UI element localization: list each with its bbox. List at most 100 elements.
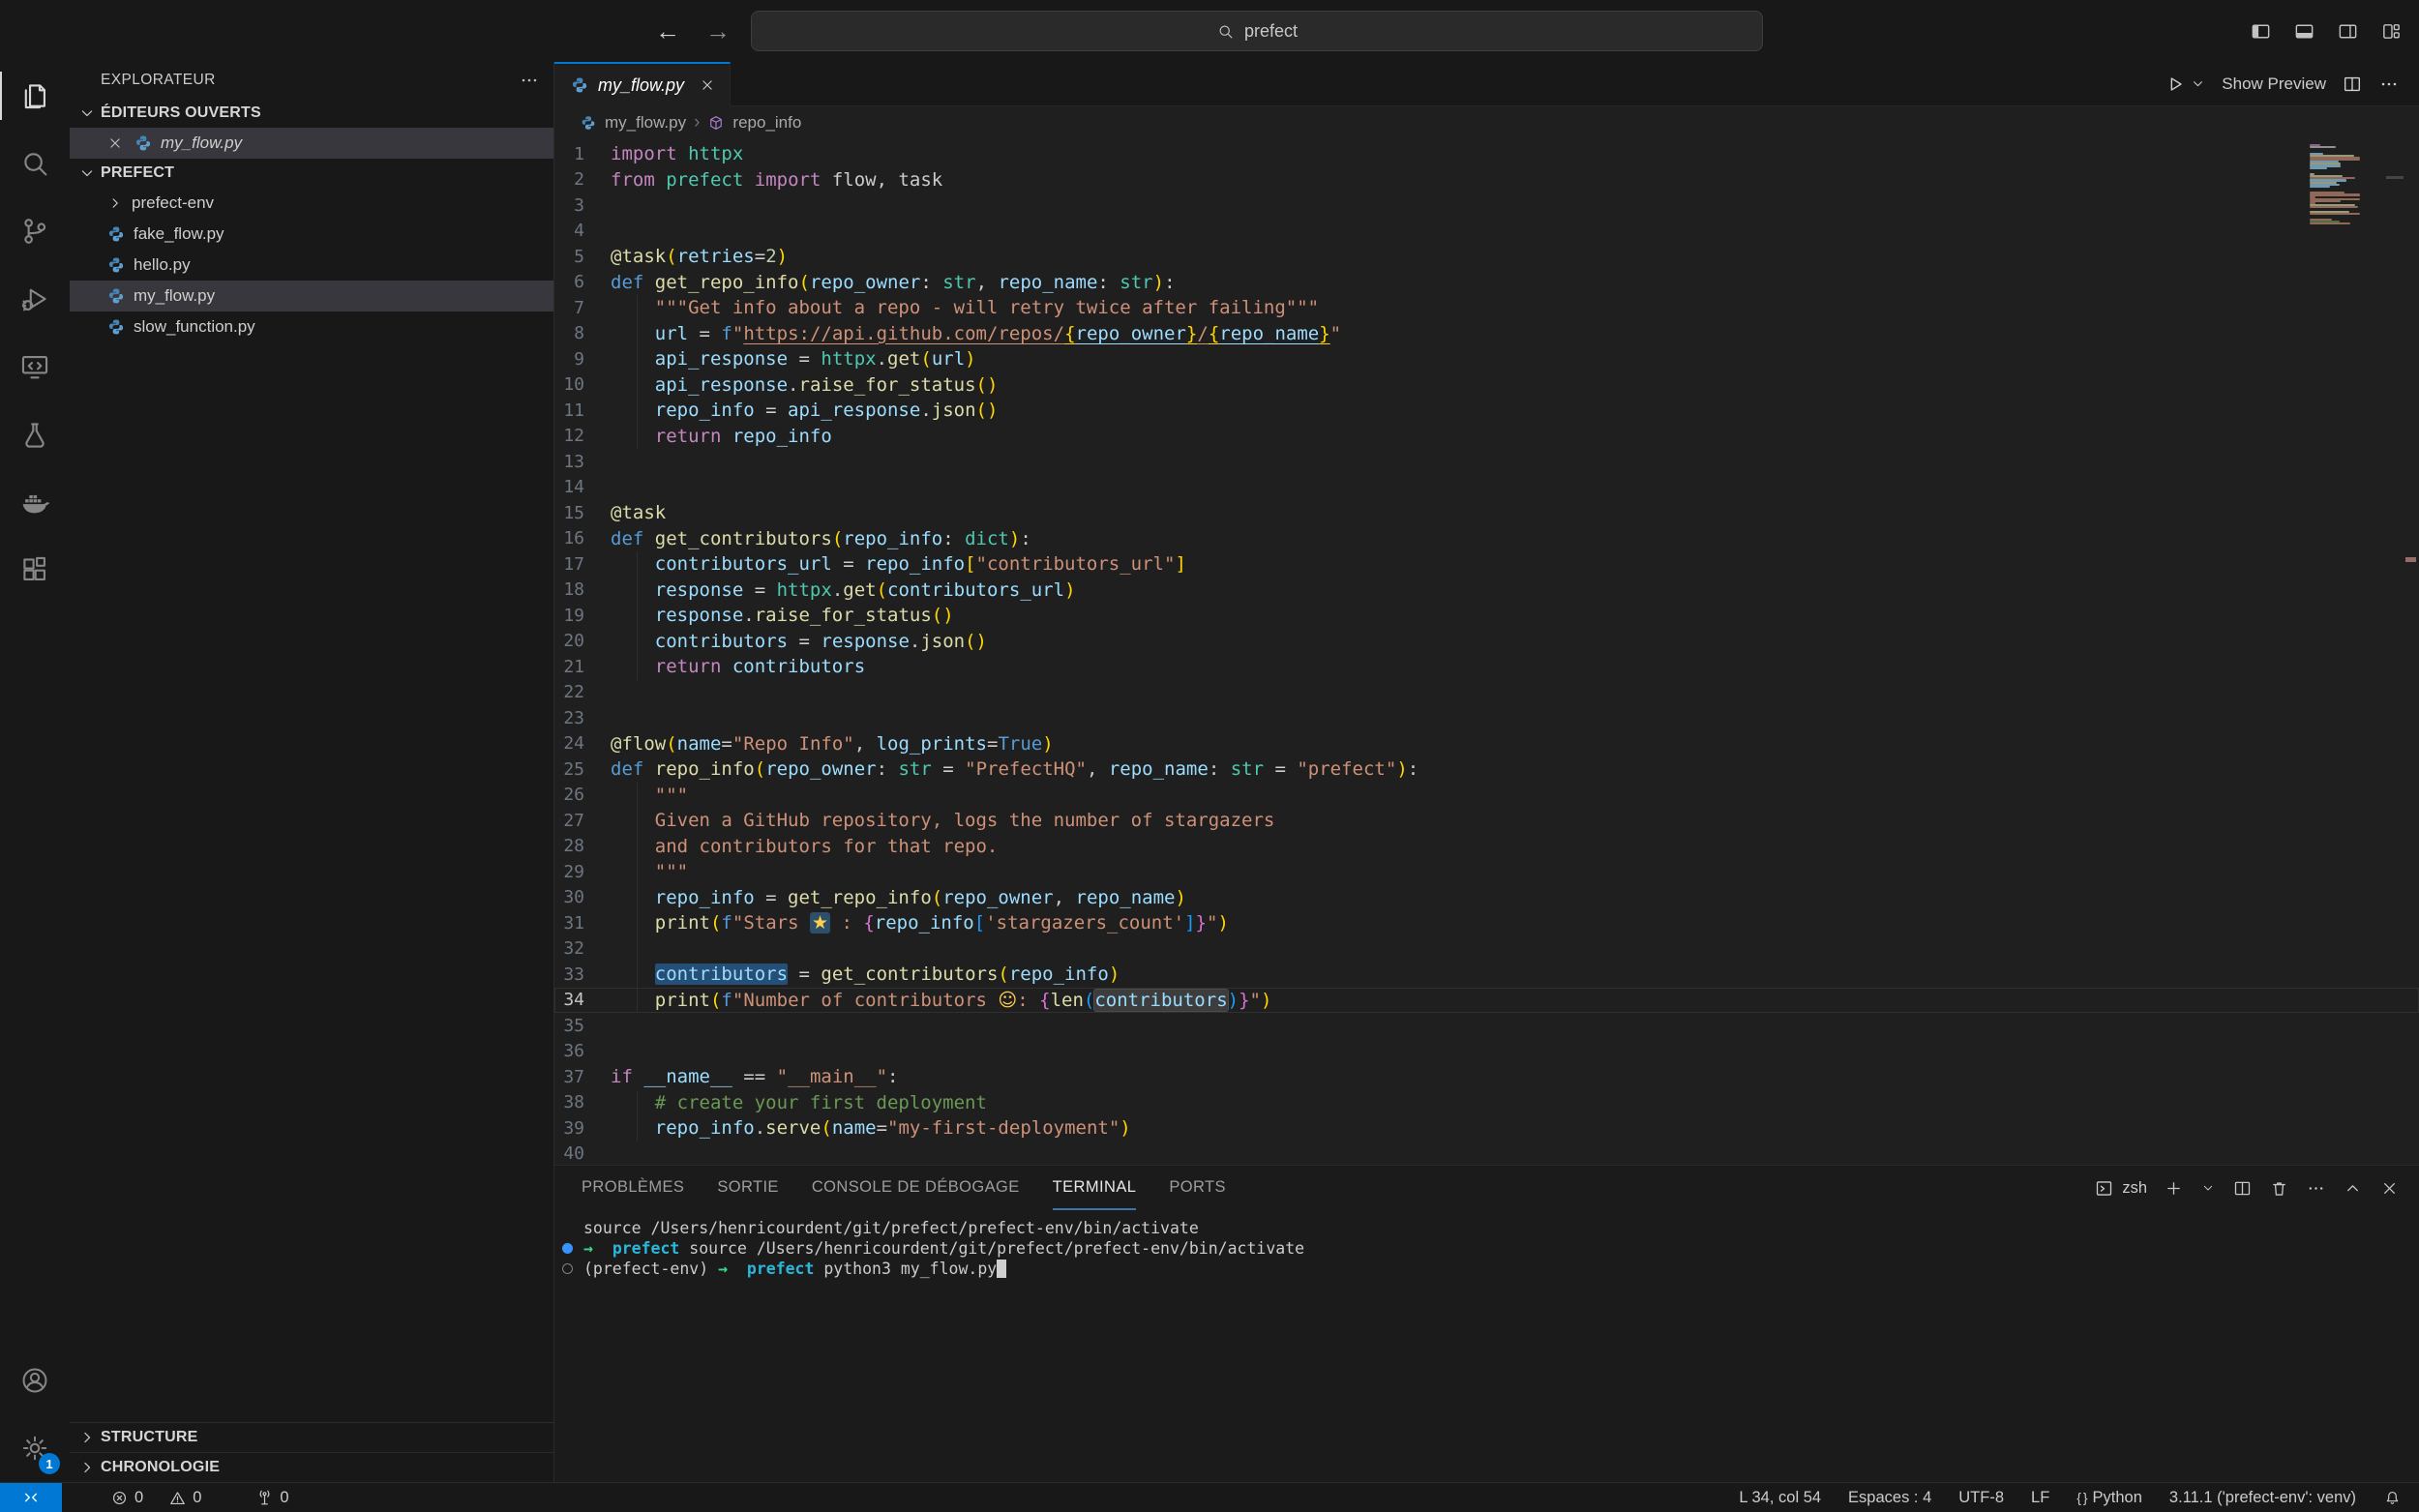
layout-sidebar-right-icon[interactable] xyxy=(2336,19,2360,44)
remote-indicator[interactable] xyxy=(0,1483,62,1512)
nav-forward-button[interactable]: → xyxy=(701,14,735,48)
ellipsis-icon[interactable] xyxy=(519,70,540,91)
layout-sidebar-left-icon[interactable] xyxy=(2249,19,2273,44)
activity-item-testing[interactable] xyxy=(0,400,70,468)
activity-item-remote-explorer[interactable] xyxy=(0,333,70,400)
editor-group: my_flow.py Show Preview my_flow.py › rep… xyxy=(554,62,2419,1482)
activity-item-accounts[interactable] xyxy=(0,1347,70,1414)
status-item[interactable]: 3.11.1 ('prefect-env': venv) xyxy=(2169,1489,2356,1507)
terminal-line: (prefect-env) → prefect python3 my_flow.… xyxy=(583,1259,2419,1279)
ellipsis-icon[interactable] xyxy=(2306,1178,2326,1199)
line-number: 5 xyxy=(554,247,611,267)
run-button[interactable] xyxy=(2165,74,2186,95)
code-line: 9 api_response = httpx.get(url) xyxy=(554,346,2419,372)
tab-my-flow[interactable]: my_flow.py xyxy=(554,62,731,106)
code-line: 4 xyxy=(554,219,2419,245)
line-number: 37 xyxy=(554,1067,611,1087)
title-bar: ← → prefect xyxy=(0,0,2419,62)
command-decoration-icon[interactable] xyxy=(562,1243,573,1254)
layout-customize-icon[interactable] xyxy=(2379,19,2404,44)
activity-item-explorer[interactable] xyxy=(0,62,70,130)
file-item-hello.py[interactable]: hello.py xyxy=(70,250,553,281)
split-editor-icon[interactable] xyxy=(2342,74,2363,95)
open-editor-item[interactable]: my_flow.py xyxy=(70,128,553,159)
close-icon[interactable] xyxy=(2379,1178,2400,1199)
panel-tab-ports[interactable]: PORTS xyxy=(1169,1166,1226,1210)
shell-selector[interactable]: zsh xyxy=(2094,1178,2147,1199)
status-text: 0 xyxy=(280,1489,288,1507)
status-item[interactable]: LF xyxy=(2031,1489,2049,1507)
status-item[interactable]: 0 xyxy=(255,1489,288,1507)
panel-actions: zsh xyxy=(2094,1178,2419,1199)
activity-item-source-control[interactable] xyxy=(0,197,70,265)
status-item[interactable]: UTF-8 xyxy=(1958,1489,2004,1507)
status-item[interactable]: 0 xyxy=(168,1489,201,1507)
file-item-fake_flow.py[interactable]: fake_flow.py xyxy=(70,219,553,250)
line-number: 35 xyxy=(554,1016,611,1036)
code-editor[interactable]: 1import httpx2from prefect import flow, … xyxy=(554,139,2419,1165)
section-workspace[interactable]: PREFECT xyxy=(70,159,553,188)
section-outline[interactable]: STRUCTURE xyxy=(70,1422,553,1452)
file-item-my_flow.py[interactable]: my_flow.py xyxy=(70,281,553,311)
status-text: 0 xyxy=(193,1489,201,1507)
chevron-up-icon[interactable] xyxy=(2343,1178,2363,1199)
terminal[interactable]: source /Users/henricourdent/git/prefect/… xyxy=(554,1210,2419,1482)
status-item[interactable]: L 34, col 54 xyxy=(1739,1489,1821,1507)
panel-tab-console-de-d-bogage[interactable]: CONSOLE DE DÉBOGAGE xyxy=(812,1166,1020,1210)
status-item[interactable]: 0 xyxy=(110,1489,143,1507)
trash-icon[interactable] xyxy=(2269,1178,2289,1199)
code-line: 18 response = httpx.get(contributors_url… xyxy=(554,578,2419,604)
chevron-down-icon[interactable] xyxy=(2200,1180,2216,1196)
code-line: 30 repo_info = get_repo_info(repo_owner,… xyxy=(554,885,2419,911)
minimap[interactable] xyxy=(2308,141,2363,230)
code-line: 29 """ xyxy=(554,859,2419,885)
extensions-icon xyxy=(18,553,51,586)
section-open-editors[interactable]: ÉDITEURS OUVERTS xyxy=(70,99,553,128)
symbol-function-icon xyxy=(707,114,725,132)
code-line: 19 response.raise_for_status() xyxy=(554,603,2419,629)
code-line: 6def get_repo_info(repo_owner: str, repo… xyxy=(554,270,2419,296)
code-line: 38 # create your first deployment xyxy=(554,1090,2419,1116)
close-icon[interactable] xyxy=(106,134,124,152)
line-number: 17 xyxy=(554,554,611,575)
command-center-search[interactable]: prefect xyxy=(751,11,1763,51)
command-decoration-icon[interactable] xyxy=(562,1263,573,1274)
status-item[interactable] xyxy=(2383,1489,2402,1507)
close-icon[interactable] xyxy=(699,76,716,94)
vscode-window: ← → prefect 1 EXPLORATEUR ÉDITEURS OUVER… xyxy=(0,0,2419,1512)
section-label: STRUCTURE xyxy=(101,1429,197,1446)
activity-item-search[interactable] xyxy=(0,130,70,197)
code-line: 39 repo_info.serve(name="my-first-deploy… xyxy=(554,1115,2419,1141)
breadcrumb-file[interactable]: my_flow.py xyxy=(605,113,686,133)
file-item-slow_function.py[interactable]: slow_function.py xyxy=(70,311,553,342)
code-line: 7 """Get info about a repo - will retry … xyxy=(554,295,2419,321)
activity-bar: 1 xyxy=(0,62,70,1482)
chevron-down-icon xyxy=(77,104,97,123)
breadcrumb-symbol[interactable]: repo_info xyxy=(732,113,801,133)
terminal-icon xyxy=(2094,1178,2114,1199)
activity-item-extensions[interactable] xyxy=(0,536,70,604)
status-bar: 0 0 0 L 34, col 54 Espaces : 4 UTF-8 LF { }Pyt… xyxy=(0,1482,2419,1512)
status-item[interactable]: { }Python xyxy=(2076,1489,2142,1507)
show-preview-button[interactable]: Show Preview xyxy=(2222,74,2326,94)
section-timeline[interactable]: CHRONOLOGIE xyxy=(70,1452,553,1482)
activity-item-run-debug[interactable] xyxy=(0,265,70,333)
activity-item-settings[interactable]: 1 xyxy=(0,1414,70,1482)
ellipsis-icon[interactable] xyxy=(2378,74,2400,95)
code-line: 8 url = f"https://api.github.com/repos/{… xyxy=(554,321,2419,347)
split-terminal-icon[interactable] xyxy=(2232,1178,2253,1199)
file-label: prefect-env xyxy=(132,193,214,213)
chevron-down-icon[interactable] xyxy=(2190,75,2206,92)
nav-back-button[interactable]: ← xyxy=(650,14,685,48)
breadcrumb[interactable]: my_flow.py › repo_info xyxy=(554,106,2419,139)
panel-tab-probl-mes[interactable]: PROBLÈMES xyxy=(582,1166,684,1210)
activity-item-docker[interactable] xyxy=(0,468,70,536)
line-number: 2 xyxy=(554,169,611,190)
status-item[interactable]: Espaces : 4 xyxy=(1848,1489,1931,1507)
panel-tab-terminal[interactable]: TERMINAL xyxy=(1053,1166,1137,1210)
add-terminal-icon[interactable] xyxy=(2164,1178,2184,1199)
code-line: 35 xyxy=(554,1013,2419,1039)
layout-panel-icon[interactable] xyxy=(2292,19,2316,44)
panel-tab-sortie[interactable]: SORTIE xyxy=(717,1166,779,1210)
folder-item-prefect-env[interactable]: prefect-env xyxy=(70,188,553,219)
